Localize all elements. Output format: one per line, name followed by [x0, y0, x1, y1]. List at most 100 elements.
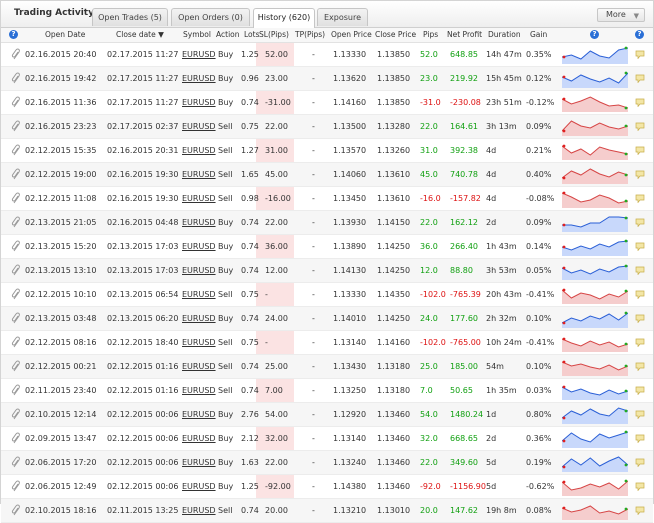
- paperclip-icon[interactable]: [11, 264, 21, 276]
- paperclip-icon[interactable]: [11, 288, 21, 300]
- col-close-date[interactable]: Close date ▼: [116, 30, 164, 39]
- cell-symbol[interactable]: EURUSD: [182, 482, 216, 491]
- comment-icon[interactable]: [635, 122, 645, 131]
- table-row[interactable]: 02.13.2015 03:48 02.13.2015 06:20 EURUSD Bu…: [1, 307, 653, 331]
- paperclip-icon[interactable]: [11, 504, 21, 516]
- cell-symbol[interactable]: EURUSD: [182, 170, 216, 179]
- paperclip-icon[interactable]: [11, 240, 21, 252]
- help-icon[interactable]: ?: [635, 30, 644, 39]
- paperclip-icon[interactable]: [11, 48, 21, 60]
- table-row[interactable]: 02.06.2015 12:49 02.12.2015 00:06 EURUSD Bu…: [1, 475, 653, 499]
- table-row[interactable]: 02.09.2015 13:47 02.12.2015 00:06 EURUSD Bu…: [1, 427, 653, 451]
- table-row[interactable]: 02.12.2015 15:35 02.16.2015 20:31 EURUSD Se…: [1, 139, 653, 163]
- paperclip-icon[interactable]: [11, 120, 21, 132]
- paperclip-icon[interactable]: [11, 360, 21, 372]
- table-row[interactable]: 02.12.2015 19:00 02.16.2015 19:30 EURUSD Se…: [1, 163, 653, 187]
- paperclip-icon[interactable]: [11, 96, 21, 108]
- cell-symbol[interactable]: EURUSD: [182, 98, 216, 107]
- col-action[interactable]: Action: [216, 30, 240, 39]
- more-dropdown[interactable]: More ▼: [597, 8, 645, 22]
- col-symbol[interactable]: Symbol: [183, 30, 211, 39]
- cell-symbol[interactable]: EURUSD: [182, 266, 216, 275]
- cell-symbol[interactable]: EURUSD: [182, 290, 216, 299]
- cell-symbol[interactable]: EURUSD: [182, 362, 216, 371]
- table-row[interactable]: 02.16.2015 11:36 02.17.2015 11:27 EURUSD Bu…: [1, 91, 653, 115]
- cell-symbol[interactable]: EURUSD: [182, 314, 216, 323]
- cell-symbol[interactable]: EURUSD: [182, 122, 216, 131]
- cell-symbol[interactable]: EURUSD: [182, 338, 216, 347]
- comment-icon[interactable]: [635, 410, 645, 419]
- cell-symbol[interactable]: EURUSD: [182, 506, 216, 515]
- col-gain[interactable]: Gain: [530, 30, 547, 39]
- paperclip-icon[interactable]: [11, 384, 21, 396]
- comment-icon[interactable]: [635, 458, 645, 467]
- table-row[interactable]: 02.16.2015 23:23 02.17.2015 02:37 EURUSD Se…: [1, 115, 653, 139]
- table-row[interactable]: 02.12.2015 00:21 02.12.2015 01:16 EURUSD Se…: [1, 355, 653, 379]
- cell-symbol[interactable]: EURUSD: [182, 194, 216, 203]
- cell-symbol[interactable]: EURUSD: [182, 410, 216, 419]
- comment-icon[interactable]: [635, 338, 645, 347]
- col-pips[interactable]: Pips: [423, 30, 438, 39]
- table-row[interactable]: 02.12.2015 08:16 02.12.2015 18:40 EURUSD Se…: [1, 331, 653, 355]
- col-open-date[interactable]: Open Date: [45, 30, 85, 39]
- paperclip-icon[interactable]: [11, 480, 21, 492]
- paperclip-icon[interactable]: [11, 216, 21, 228]
- tab-exposure[interactable]: Exposure: [317, 8, 368, 26]
- comment-icon[interactable]: [635, 434, 645, 443]
- paperclip-icon[interactable]: [11, 72, 21, 84]
- table-row[interactable]: 02.13.2015 21:05 02.16.2015 04:48 EURUSD Bu…: [1, 211, 653, 235]
- comment-icon[interactable]: [635, 146, 645, 155]
- cell-symbol[interactable]: EURUSD: [182, 74, 216, 83]
- comment-icon[interactable]: [635, 98, 645, 107]
- help-icon[interactable]: ?: [9, 30, 18, 39]
- col-close-price[interactable]: Close Price: [375, 30, 416, 39]
- cell-symbol[interactable]: EURUSD: [182, 218, 216, 227]
- comment-icon[interactable]: [635, 74, 645, 83]
- table-row[interactable]: 02.11.2015 23:40 02.12.2015 01:16 EURUSD Se…: [1, 379, 653, 403]
- col-duration[interactable]: Duration: [488, 30, 521, 39]
- comment-icon[interactable]: [635, 170, 645, 179]
- comment-icon[interactable]: [635, 242, 645, 251]
- cell-symbol[interactable]: EURUSD: [182, 50, 216, 59]
- col-tp-pips[interactable]: TP(Pips): [295, 30, 325, 39]
- table-row[interactable]: 02.10.2015 12:14 02.12.2015 00:06 EURUSD Bu…: [1, 403, 653, 427]
- cell-symbol[interactable]: EURUSD: [182, 146, 216, 155]
- col-sl-pips[interactable]: SL(Pips): [259, 30, 289, 39]
- comment-icon[interactable]: [635, 362, 645, 371]
- paperclip-icon[interactable]: [11, 408, 21, 420]
- paperclip-icon[interactable]: [11, 336, 21, 348]
- tab-open-trades[interactable]: Open Trades (5): [92, 8, 168, 26]
- comment-icon[interactable]: [635, 50, 645, 59]
- paperclip-icon[interactable]: [11, 192, 21, 204]
- comment-icon[interactable]: [635, 218, 645, 227]
- tab-history[interactable]: History (620): [253, 8, 315, 28]
- table-row[interactable]: 02.12.2015 10:10 02.13.2015 06:54 EURUSD Se…: [1, 283, 653, 307]
- table-row[interactable]: 02.13.2015 15:20 02.13.2015 17:03 EURUSD Bu…: [1, 235, 653, 259]
- comment-icon[interactable]: [635, 482, 645, 491]
- col-open-price[interactable]: Open Price: [331, 30, 372, 39]
- cell-symbol[interactable]: EURUSD: [182, 458, 216, 467]
- table-row[interactable]: 02.12.2015 11:08 02.16.2015 19:30 EURUSD Se…: [1, 187, 653, 211]
- paperclip-icon[interactable]: [11, 312, 21, 324]
- table-row[interactable]: 02.13.2015 13:10 02.13.2015 17:03 EURUSD Bu…: [1, 259, 653, 283]
- cell-symbol[interactable]: EURUSD: [182, 386, 216, 395]
- table-row[interactable]: 02.06.2015 17:20 02.12.2015 00:06 EURUSD Bu…: [1, 451, 653, 475]
- comment-icon[interactable]: [635, 194, 645, 203]
- table-row[interactable]: 02.16.2015 20:40 02.17.2015 11:27 EURUSD Bu…: [1, 43, 653, 67]
- paperclip-icon[interactable]: [11, 456, 21, 468]
- paperclip-icon[interactable]: [11, 168, 21, 180]
- paperclip-icon[interactable]: [11, 144, 21, 156]
- tab-open-orders[interactable]: Open Orders (0): [171, 8, 250, 26]
- help-icon[interactable]: ?: [590, 30, 599, 39]
- table-row[interactable]: 02.16.2015 19:42 02.17.2015 11:27 EURUSD Bu…: [1, 67, 653, 91]
- paperclip-icon[interactable]: [11, 432, 21, 444]
- comment-icon[interactable]: [635, 314, 645, 323]
- cell-symbol[interactable]: EURUSD: [182, 434, 216, 443]
- comment-icon[interactable]: [635, 290, 645, 299]
- comment-icon[interactable]: [635, 266, 645, 275]
- col-lots[interactable]: Lots: [244, 30, 259, 39]
- col-net-profit[interactable]: Net Profit: [447, 30, 482, 39]
- cell-symbol[interactable]: EURUSD: [182, 242, 216, 251]
- table-row[interactable]: 02.10.2015 18:16 02.11.2015 13:25 EURUSD Se…: [1, 499, 653, 523]
- comment-icon[interactable]: [635, 506, 645, 515]
